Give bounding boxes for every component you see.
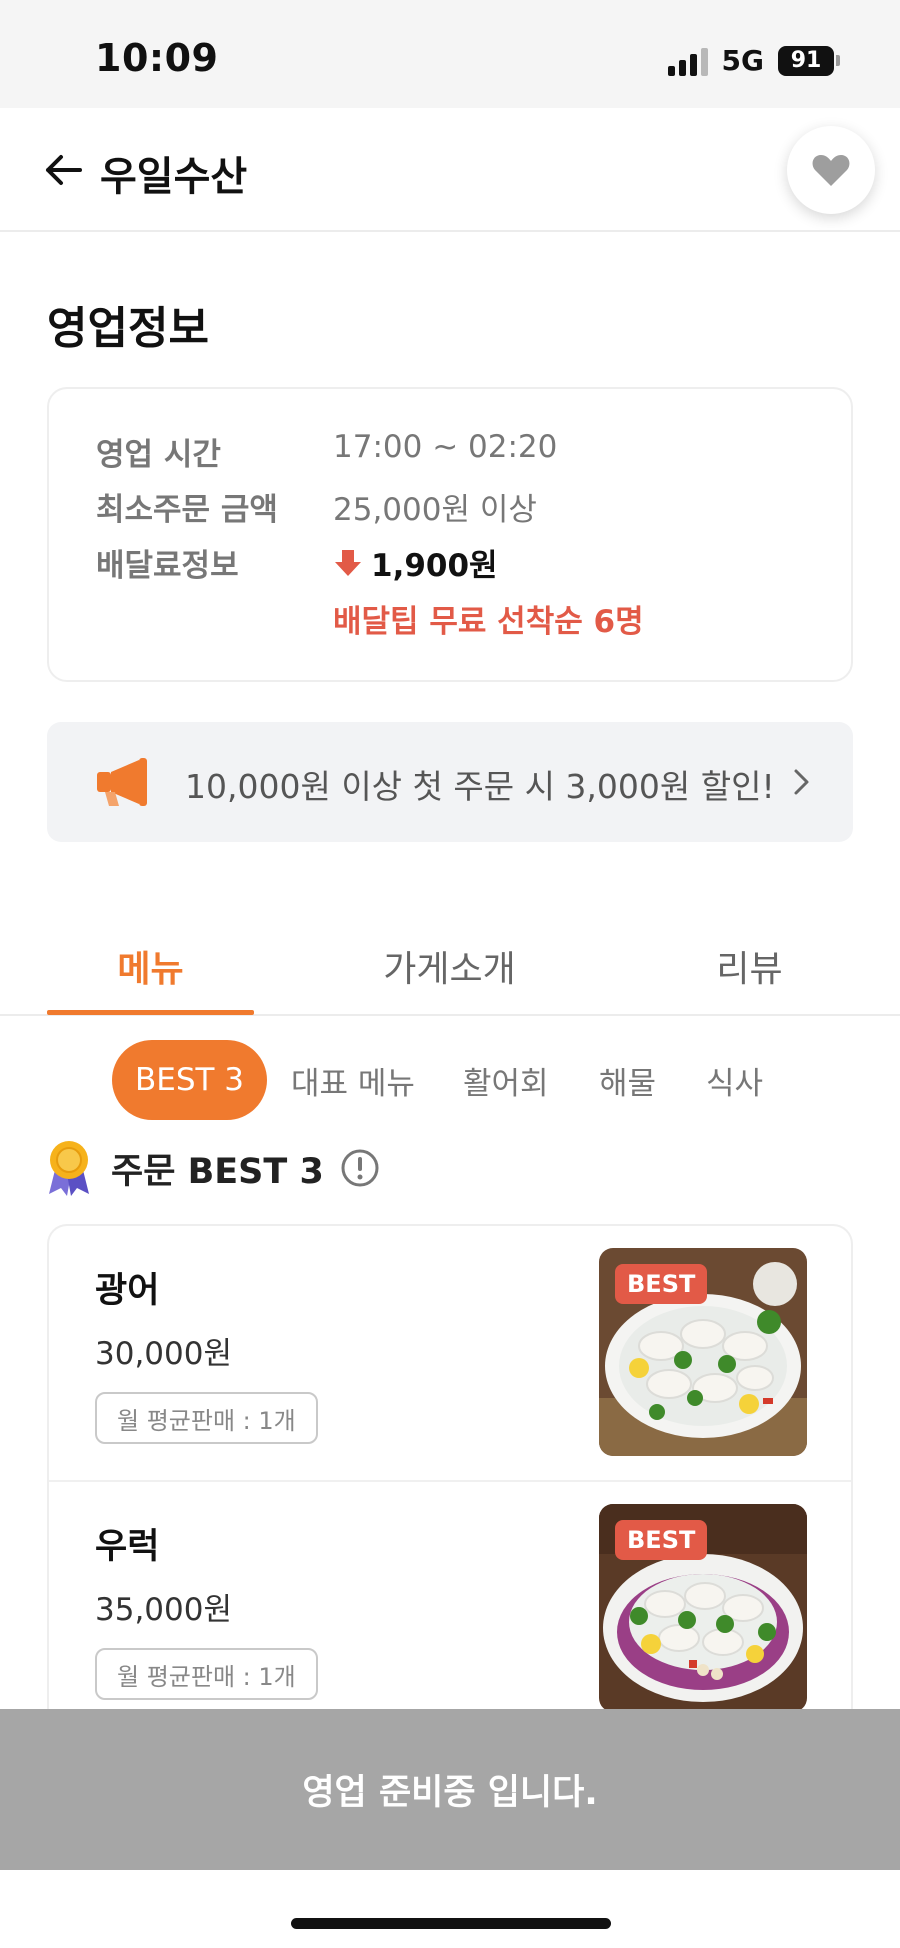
menu-item[interactable]: 우럭 35,000원 월 평균판매 : 1개 BEST (49, 1480, 851, 1734)
business-info-card: 영업 시간 17:00 ~ 02:20 최소주문 금액 25,000원 이상 배… (47, 387, 853, 682)
delivery-fee-row: 배달료정보 1,900원 (96, 540, 498, 585)
store-name: 우일수산 (100, 154, 248, 200)
delivery-fee: 1,900원 (333, 540, 498, 585)
menu-list: 광어 30,000원 월 평균판매 : 1개 BEST 우럭 35,000원 월… (47, 1224, 853, 1744)
favorite-button[interactable] (787, 126, 875, 214)
best-tag: BEST (615, 1264, 708, 1304)
chip-signature-menu[interactable]: 대표 메뉴 (291, 1058, 415, 1103)
home-indicator-area (0, 1870, 900, 1948)
chip-seafood[interactable]: 해물 (599, 1058, 656, 1103)
medal-icon (49, 1141, 89, 1196)
tab-store-info[interactable]: 가게소개 (346, 940, 553, 992)
store-closed-text: 영업 준비중 입니다. (302, 1773, 598, 1813)
home-indicator[interactable] (291, 1918, 611, 1929)
business-info-title: 영업정보 (47, 303, 209, 354)
promo-banner[interactable]: 10,000원 이상 첫 주문 시 3,000원 할인! (47, 722, 853, 842)
signal-icon (667, 46, 708, 76)
battery-level: 91 (778, 45, 834, 76)
best-tag: BEST (615, 1520, 708, 1560)
min-order-row: 최소주문 금액 25,000원 이상 (96, 484, 537, 529)
best-section-title: 주문 BEST 3 (111, 1151, 324, 1192)
store-header: 우일수산 (0, 108, 900, 232)
menu-item[interactable]: 광어 30,000원 월 평균판매 : 1개 BEST (49, 1226, 851, 1480)
chip-live-sashimi[interactable]: 활어회 (463, 1058, 549, 1103)
down-arrow-icon (335, 549, 361, 576)
back-arrow-icon[interactable] (44, 152, 84, 188)
store-closed-bar: 영업 준비중 입니다. (0, 1709, 900, 1870)
heart-icon (812, 155, 850, 186)
status-bar: 10:09 5G 91 (0, 0, 900, 108)
chevron-right-icon (794, 769, 809, 795)
tab-menu[interactable]: 메뉴 (47, 940, 254, 992)
tab-active-indicator (47, 1010, 254, 1015)
status-time: 10:09 (95, 36, 219, 80)
hours-row: 영업 시간 17:00 ~ 02:20 (96, 429, 557, 474)
store-tabs: 메뉴 가게소개 리뷰 (0, 920, 900, 1016)
chip-best3[interactable]: BEST 3 (112, 1040, 267, 1120)
battery-icon: 91 (778, 45, 840, 76)
tab-reviews[interactable]: 리뷰 (646, 940, 853, 992)
info-icon[interactable] (340, 1148, 380, 1188)
menu-item-name: 광어 (95, 1271, 160, 1311)
hours-label: 영업 시간 (96, 437, 221, 473)
free-delivery-text: 배달팁 무료 선착순 6명 (333, 604, 644, 640)
delivery-fee-value: 1,900원 (371, 548, 498, 584)
megaphone-icon (97, 758, 147, 806)
menu-item-name: 우럭 (95, 1527, 160, 1567)
menu-item-price: 35,000원 (95, 1592, 232, 1628)
network-type: 5G (721, 44, 764, 77)
category-chips: BEST 3 대표 메뉴 활어회 해물 식사 (0, 1040, 900, 1120)
status-indicators: 5G 91 (667, 44, 840, 77)
menu-item-photo: BEST (599, 1504, 807, 1712)
min-order-value: 25,000원 이상 (333, 492, 537, 528)
hours-value: 17:00 ~ 02:20 (333, 429, 558, 465)
chip-meals[interactable]: 식사 (706, 1058, 763, 1103)
menu-item-photo: BEST (599, 1248, 807, 1456)
promo-text: 10,000원 이상 첫 주문 시 3,000원 할인! (185, 767, 775, 806)
monthly-sales-badge: 월 평균판매 : 1개 (95, 1392, 318, 1444)
best-section-header: 주문 BEST 3 (47, 1140, 380, 1196)
monthly-sales-badge: 월 평균판매 : 1개 (95, 1648, 318, 1700)
delivery-fee-label: 배달료정보 (96, 548, 239, 584)
min-order-label: 최소주문 금액 (96, 492, 278, 528)
menu-item-price: 30,000원 (95, 1336, 232, 1372)
